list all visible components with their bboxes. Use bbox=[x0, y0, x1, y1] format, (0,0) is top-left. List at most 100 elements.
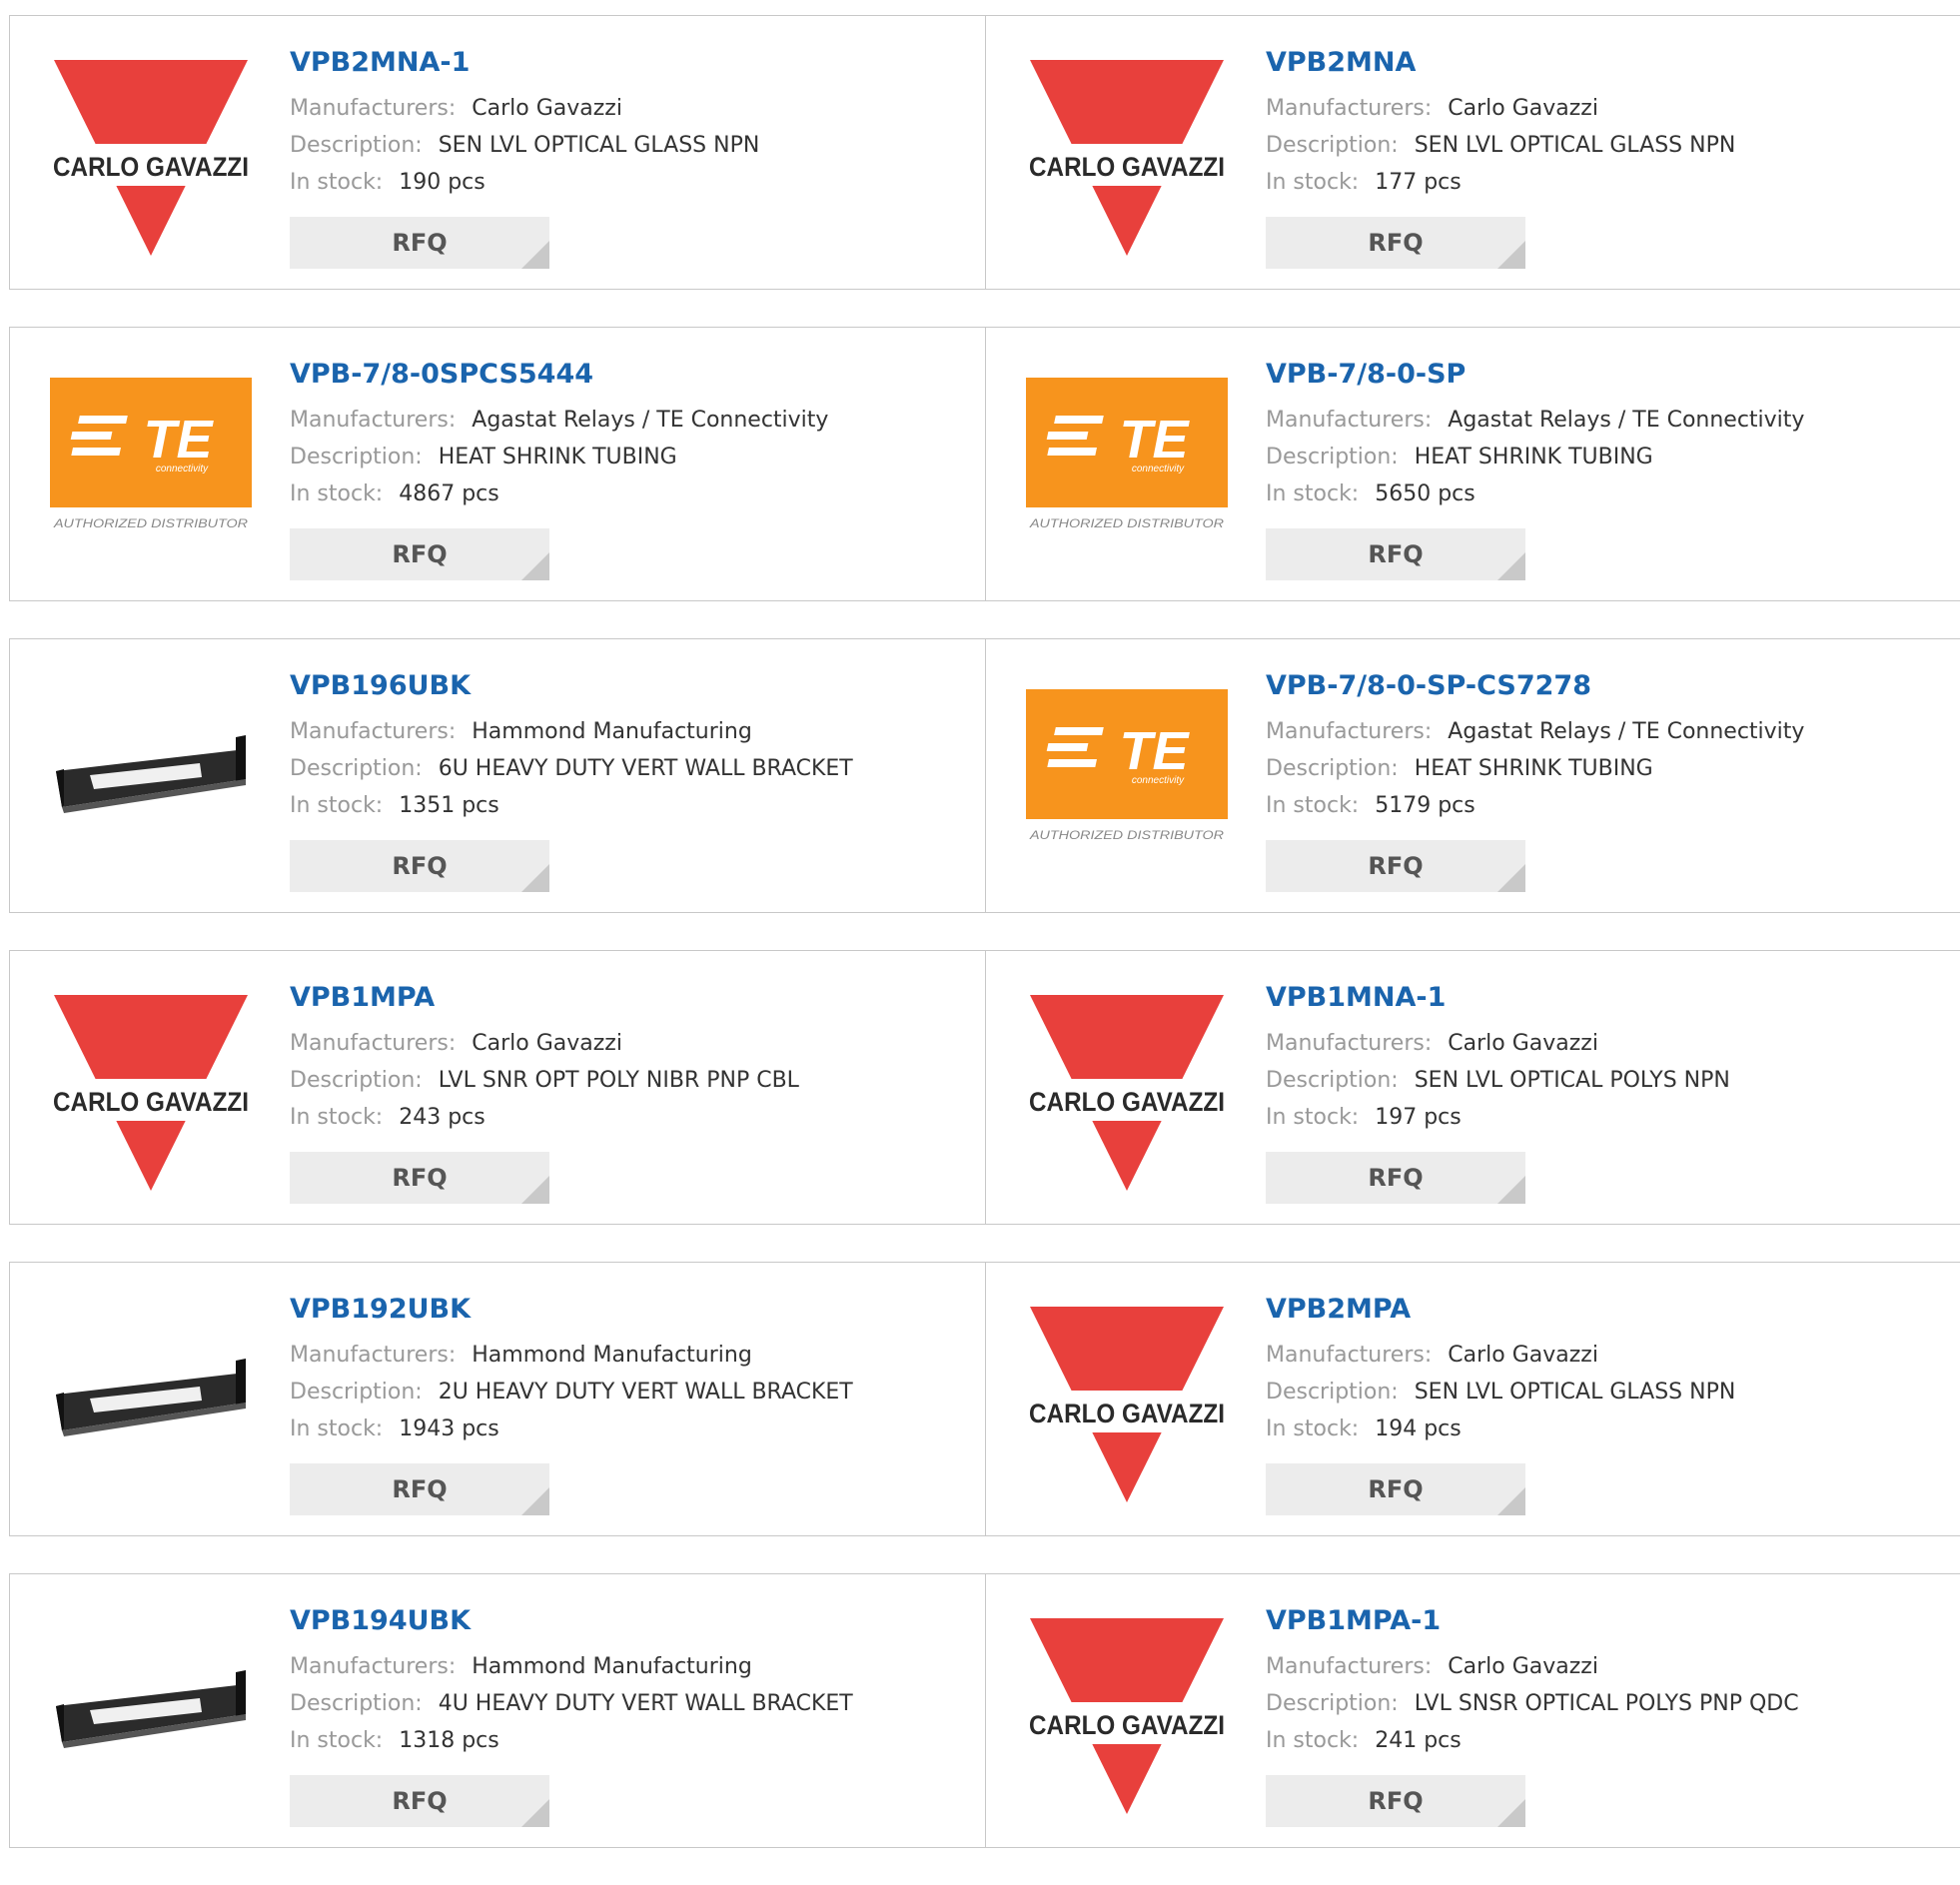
manufacturer-value: Carlo Gavazzi bbox=[1448, 1031, 1598, 1056]
manufacturers-label: Manufacturers: bbox=[290, 408, 457, 433]
svg-text:CARLO GAVAZZI: CARLO GAVAZZI bbox=[1029, 1087, 1225, 1117]
carlo-gavazzi-triangle-icon: CARLO GAVAZZI bbox=[50, 995, 252, 1191]
manufacturers-label: Manufacturers: bbox=[1266, 408, 1433, 433]
stock-value: 1943 pcs bbox=[399, 1416, 499, 1441]
product-card: TE connectivity AUTHORIZED DISTRIBUTOR VPB… bbox=[10, 328, 985, 600]
corner-fold-icon bbox=[1497, 1799, 1525, 1827]
rfq-button[interactable]: RFQ bbox=[1266, 528, 1525, 580]
description-label: Description: bbox=[290, 756, 423, 781]
manufacturers-label: Manufacturers: bbox=[1266, 1031, 1433, 1056]
description-label: Description: bbox=[290, 445, 423, 470]
description-line: Description: HEAT SHRINK TUBING bbox=[290, 439, 828, 475]
stock-line: In stock: 241 pcs bbox=[1266, 1722, 1799, 1759]
description-value: SEN LVL OPTICAL GLASS NPN bbox=[1414, 133, 1736, 158]
svg-text:CARLO GAVAZZI: CARLO GAVAZZI bbox=[1029, 1399, 1225, 1428]
rfq-button[interactable]: RFQ bbox=[1266, 217, 1525, 269]
part-number-link[interactable]: VPB1MPA bbox=[290, 981, 799, 1015]
in-stock-label: In stock: bbox=[1266, 1105, 1360, 1130]
rfq-label: RFQ bbox=[392, 852, 448, 880]
part-number-link[interactable]: VPB1MNA-1 bbox=[1266, 981, 1730, 1015]
part-number-link[interactable]: VPB2MNA bbox=[1266, 46, 1735, 80]
manufacturer-value: Hammond Manufacturing bbox=[472, 1654, 752, 1679]
rfq-button[interactable]: RFQ bbox=[290, 217, 549, 269]
carlo-gavazzi-logo[interactable]: CARLO GAVAZZI bbox=[1026, 991, 1228, 1193]
rfq-button[interactable]: RFQ bbox=[1266, 1775, 1525, 1827]
in-stock-label: In stock: bbox=[290, 1728, 384, 1753]
in-stock-label: In stock: bbox=[1266, 481, 1360, 506]
part-number-link[interactable]: VPB2MNA-1 bbox=[290, 46, 759, 80]
corner-fold-icon bbox=[521, 1799, 549, 1827]
description-line: Description: SEN LVL OPTICAL GLASS NPN bbox=[1266, 1374, 1735, 1411]
wall-bracket-icon bbox=[56, 1670, 246, 1748]
part-number-link[interactable]: VPB196UBK bbox=[290, 669, 853, 703]
rfq-button[interactable]: RFQ bbox=[290, 1775, 549, 1827]
description-value: HEAT SHRINK TUBING bbox=[1414, 445, 1653, 470]
product-info: VPB-7/8-0-SP-CS7278 Manufacturers: Agasta… bbox=[1266, 669, 1804, 892]
product-row: TE connectivity AUTHORIZED DISTRIBUTOR VPB… bbox=[9, 327, 1960, 601]
rfq-button[interactable]: RFQ bbox=[1266, 1463, 1525, 1515]
stock-value: 197 pcs bbox=[1375, 1105, 1462, 1130]
manufacturer-line: Manufacturers: Hammond Manufacturing bbox=[290, 1648, 853, 1685]
rfq-button[interactable]: RFQ bbox=[290, 1152, 549, 1204]
rfq-button[interactable]: RFQ bbox=[1266, 840, 1525, 892]
bracket-logo[interactable] bbox=[50, 679, 252, 881]
manufacturers-label: Manufacturers: bbox=[290, 719, 457, 744]
corner-fold-icon bbox=[521, 241, 549, 269]
description-label: Description: bbox=[1266, 1068, 1399, 1093]
bracket-logo[interactable] bbox=[50, 1303, 252, 1504]
description-value: LVL SNR OPT POLY NIBR PNP CBL bbox=[438, 1068, 799, 1093]
in-stock-label: In stock: bbox=[290, 793, 384, 818]
description-value: SEN LVL OPTICAL GLASS NPN bbox=[438, 133, 760, 158]
svg-text:TE: TE bbox=[1119, 721, 1190, 781]
manufacturers-label: Manufacturers: bbox=[1266, 1343, 1433, 1368]
rfq-label: RFQ bbox=[1368, 1164, 1424, 1192]
rfq-button[interactable]: RFQ bbox=[290, 528, 549, 580]
description-label: Description: bbox=[1266, 445, 1399, 470]
rfq-button[interactable]: RFQ bbox=[290, 840, 549, 892]
part-number-link[interactable]: VPB194UBK bbox=[290, 1604, 853, 1638]
description-value: HEAT SHRINK TUBING bbox=[438, 445, 677, 470]
wall-bracket-icon bbox=[56, 735, 246, 813]
corner-fold-icon bbox=[521, 864, 549, 892]
product-grid: CARLO GAVAZZI VPB2MNA-1 Manufacturers: Ca… bbox=[9, 15, 1960, 1885]
part-number-link[interactable]: VPB192UBK bbox=[290, 1293, 853, 1327]
te-logo[interactable]: TE connectivity AUTHORIZED DISTRIBUTOR bbox=[1026, 368, 1228, 569]
carlo-gavazzi-logo[interactable]: CARLO GAVAZZI bbox=[1026, 56, 1228, 258]
manufacturer-value: Agastat Relays / TE Connectivity bbox=[1448, 719, 1805, 744]
svg-text:AUTHORIZED DISTRIBUTOR: AUTHORIZED DISTRIBUTOR bbox=[1029, 828, 1225, 842]
bracket-logo[interactable] bbox=[50, 1614, 252, 1816]
manufacturer-value: Hammond Manufacturing bbox=[472, 719, 752, 744]
manufacturer-line: Manufacturers: Carlo Gavazzi bbox=[1266, 1337, 1735, 1374]
manufacturers-label: Manufacturers: bbox=[1266, 1654, 1433, 1679]
in-stock-label: In stock: bbox=[290, 1105, 384, 1130]
carlo-gavazzi-triangle-icon: CARLO GAVAZZI bbox=[1026, 60, 1228, 256]
part-number-link[interactable]: VPB2MPA bbox=[1266, 1293, 1735, 1327]
part-number-link[interactable]: VPB-7/8-0SPCS5444 bbox=[290, 358, 828, 392]
in-stock-label: In stock: bbox=[1266, 793, 1360, 818]
carlo-gavazzi-logo[interactable]: CARLO GAVAZZI bbox=[1026, 1303, 1228, 1504]
part-number-link[interactable]: VPB-7/8-0-SP-CS7278 bbox=[1266, 669, 1804, 703]
rfq-label: RFQ bbox=[392, 1164, 448, 1192]
description-label: Description: bbox=[1266, 133, 1399, 158]
stock-value: 5179 pcs bbox=[1375, 793, 1475, 818]
te-logo[interactable]: TE connectivity AUTHORIZED DISTRIBUTOR bbox=[50, 368, 252, 569]
rfq-label: RFQ bbox=[1368, 852, 1424, 880]
description-line: Description: 4U HEAVY DUTY VERT WALL BRAC… bbox=[290, 1685, 853, 1722]
manufacturer-value: Carlo Gavazzi bbox=[1448, 96, 1598, 121]
part-number-link[interactable]: VPB1MPA-1 bbox=[1266, 1604, 1799, 1638]
part-number-link[interactable]: VPB-7/8-0-SP bbox=[1266, 358, 1804, 392]
stock-line: In stock: 1943 pcs bbox=[290, 1411, 853, 1447]
carlo-gavazzi-logo[interactable]: CARLO GAVAZZI bbox=[1026, 1614, 1228, 1816]
product-row: VPB194UBK Manufacturers: Hammond Manufact… bbox=[9, 1573, 1960, 1848]
manufacturer-value: Carlo Gavazzi bbox=[472, 1031, 622, 1056]
rfq-button[interactable]: RFQ bbox=[1266, 1152, 1525, 1204]
product-card: CARLO GAVAZZI VPB1MPA Manufacturers: Carl… bbox=[10, 951, 985, 1224]
rfq-button[interactable]: RFQ bbox=[290, 1463, 549, 1515]
stock-line: In stock: 5650 pcs bbox=[1266, 475, 1804, 512]
description-value: LVL SNSR OPTICAL POLYS PNP QDC bbox=[1414, 1691, 1799, 1716]
carlo-gavazzi-logo[interactable]: CARLO GAVAZZI bbox=[50, 991, 252, 1193]
carlo-gavazzi-triangle-icon: CARLO GAVAZZI bbox=[1026, 1618, 1228, 1814]
carlo-gavazzi-logo[interactable]: CARLO GAVAZZI bbox=[50, 56, 252, 258]
te-logo[interactable]: TE connectivity AUTHORIZED DISTRIBUTOR bbox=[1026, 679, 1228, 881]
manufacturer-value: Hammond Manufacturing bbox=[472, 1343, 752, 1368]
